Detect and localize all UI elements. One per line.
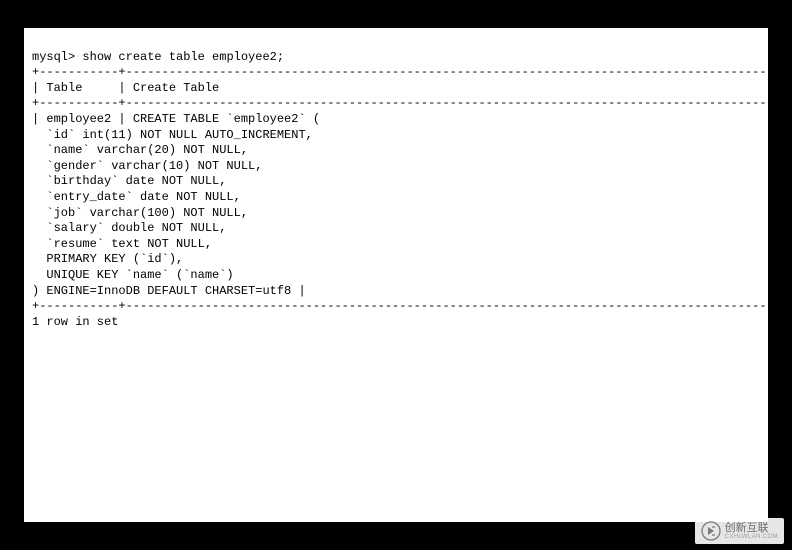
terminal-output: mysql> show create table employee2; +---… (24, 28, 768, 522)
prompt: mysql> (32, 50, 75, 64)
table-header-row: | Table | Create Table (32, 81, 768, 95)
engine-line: ) ENGINE=InnoDB DEFAULT CHARSET=utf8 | (32, 284, 306, 298)
watermark-logo-icon (701, 521, 721, 541)
column-def-salary: `salary` double NOT NULL, (32, 221, 226, 235)
watermark-sub: CXHLWLAN.COM (725, 534, 778, 540)
table-border: +-----------+---------------------------… (32, 96, 768, 110)
table-data-open: | employee2 | CREATE TABLE `employee2` ( (32, 112, 320, 126)
column-def-name: `name` varchar(20) NOT NULL, (32, 143, 248, 157)
unique-key: UNIQUE KEY `name` (`name`) (32, 268, 234, 282)
column-def-resume: `resume` text NOT NULL, (32, 237, 212, 251)
command: show create table employee2; (82, 50, 284, 64)
column-def-id: `id` int(11) NOT NULL AUTO_INCREMENT, (32, 128, 313, 142)
column-def-birthday: `birthday` date NOT NULL, (32, 174, 226, 188)
table-border: +-----------+---------------------------… (32, 65, 768, 79)
column-def-entry-date: `entry_date` date NOT NULL, (32, 190, 241, 204)
table-border: +-----------+---------------------------… (32, 299, 768, 313)
primary-key: PRIMARY KEY (`id`), (32, 252, 183, 266)
prompt-line: mysql> show create table employee2; (32, 50, 284, 64)
column-def-job: `job` varchar(100) NOT NULL, (32, 206, 248, 220)
watermark-badge: 创新互联 CXHLWLAN.COM (695, 518, 784, 544)
result-line: 1 row in set (32, 315, 118, 329)
column-def-gender: `gender` varchar(10) NOT NULL, (32, 159, 262, 173)
watermark-name: 创新互联 (725, 523, 778, 534)
